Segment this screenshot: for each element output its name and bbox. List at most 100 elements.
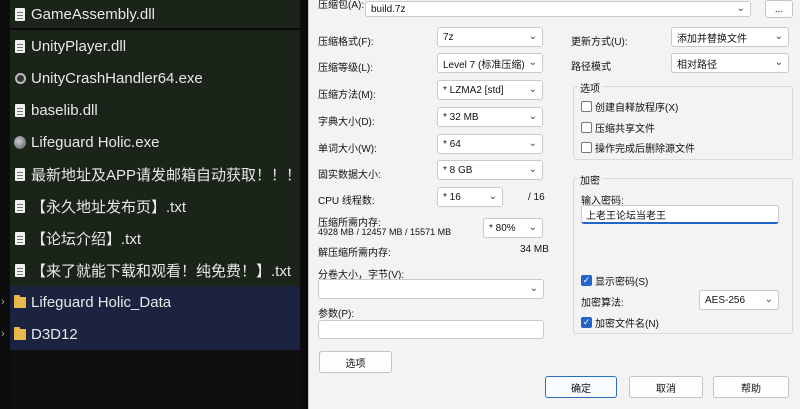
browse-button[interactable]: ... (765, 0, 793, 18)
file-name: UnityCrashHandler64.exe (31, 69, 203, 87)
threads-select[interactable]: * 16 ⌄ (437, 187, 503, 207)
threads-max: / 16 (528, 192, 545, 203)
checkmark-icon: ✓ (581, 275, 592, 286)
method-label: 压缩方法(M): (318, 90, 376, 101)
level-label: 压缩等级(L): (318, 63, 373, 74)
cancel-button[interactable]: 取消 (629, 376, 703, 398)
sfx-checkbox[interactable]: 创建自释放程序(X) (581, 99, 678, 114)
file-row[interactable]: UnityCrashHandler64.exe (10, 62, 300, 94)
file-row[interactable]: GameAssembly.dll (10, 0, 300, 28)
update-mode-label: 更新方式(U): (571, 37, 628, 48)
delete-after-checkbox[interactable]: 操作完成后删除源文件 (581, 140, 695, 155)
level-select[interactable]: Level 7 (标准压缩) ⌄ (437, 53, 543, 73)
word-select[interactable]: * 64 ⌄ (437, 134, 543, 154)
file-name: baselib.dll (31, 101, 98, 119)
solid-value: * 8 GB (443, 164, 473, 176)
options-button[interactable]: 选项 (319, 351, 392, 373)
text-file-icon (14, 263, 26, 277)
solid-select[interactable]: * 8 GB ⌄ (437, 160, 543, 180)
file-row[interactable]: 【来了就能下载和观看！纯免费！】.txt (10, 254, 300, 286)
file-name: 【论坛介绍】.txt (31, 230, 142, 248)
options-group-title: 选项 (578, 80, 602, 95)
file-name: Lifeguard Holic.exe (31, 133, 160, 151)
app-icon (14, 135, 26, 149)
method-select[interactable]: * LZMA2 [std] ⌄ (437, 80, 543, 100)
mem-percent-select[interactable]: * 80% ⌄ (483, 218, 543, 238)
empty-area (10, 350, 300, 409)
solid-label: 固实数据大小: (318, 170, 381, 181)
password-input[interactable]: 上老王论坛当老王 (581, 205, 779, 224)
checkbox-unchecked-icon (581, 101, 592, 112)
update-mode-value: 添加并替换文件 (677, 33, 747, 45)
chevron-down-icon: ⌄ (528, 84, 537, 95)
text-file-icon (14, 231, 26, 245)
chevron-right-icon[interactable]: › (1, 296, 5, 308)
folder-row[interactable]: D3D12 (10, 318, 300, 350)
chevron-down-icon: ⌄ (528, 138, 537, 149)
archive-path-combo[interactable]: build.7z ⌄ (365, 1, 751, 17)
dll-file-icon (14, 103, 26, 117)
file-row[interactable]: Lifeguard Holic.exe (10, 126, 300, 158)
file-row[interactable]: 【论坛介绍】.txt (10, 222, 300, 254)
method-value: * LZMA2 [std] (443, 84, 504, 96)
dict-value: * 32 MB (443, 111, 479, 123)
chevron-down-icon: ⌄ (774, 57, 783, 68)
folder-name: Lifeguard Holic_Data (31, 293, 172, 311)
chevron-down-icon: ⌄ (528, 164, 537, 175)
mem-decomp-label: 解压缩所需内存: (318, 248, 391, 259)
dict-select[interactable]: * 32 MB ⌄ (437, 107, 543, 127)
folder-name: D3D12 (31, 325, 78, 343)
file-name: 【永久地址发布页】.txt (31, 198, 187, 216)
folder-row[interactable]: Lifeguard Holic_Data (10, 286, 300, 318)
archive-path-value: build.7z (371, 3, 406, 15)
mem-comp-value: 4928 MB / 12457 MB / 15571 MB (318, 227, 452, 237)
checkbox-unchecked-icon (581, 122, 592, 133)
format-label: 压缩格式(F): (318, 37, 374, 48)
params-input[interactable] (318, 320, 544, 339)
show-password-label: 显示密码(S) (595, 277, 649, 288)
file-name: 最新地址及APP请发邮箱自动获取！！！.txt (31, 166, 300, 184)
path-mode-select[interactable]: 相对路径 ⌄ (671, 53, 789, 73)
split-size-combo[interactable]: ⌄ (318, 279, 544, 299)
params-label: 参数(P): (318, 309, 355, 320)
add-to-archive-dialog: 压缩包(A): build.7z ⌄ ... 压缩格式(F): 7z ⌄ 压缩等… (308, 0, 800, 409)
file-row[interactable]: UnityPlayer.dll (10, 30, 300, 62)
dll-file-icon (14, 39, 26, 53)
format-value: 7z (443, 31, 454, 43)
mem-percent-value: * 80% (489, 222, 516, 234)
show-password-checkbox[interactable]: ✓ 显示密码(S) (581, 273, 648, 288)
chevron-down-icon: ⌄ (528, 222, 537, 233)
path-mode-label: 路径模式 (571, 62, 611, 73)
chevron-down-icon: ⌄ (774, 31, 783, 42)
chevron-right-icon[interactable]: › (1, 328, 5, 340)
encryption-group-title: 加密 (578, 172, 602, 187)
threads-label: CPU 线程数: (318, 196, 375, 207)
threads-value: * 16 (443, 191, 461, 203)
chevron-down-icon: ⌄ (528, 31, 537, 42)
file-row[interactable]: 【永久地址发布页】.txt (10, 190, 300, 222)
word-value: * 64 (443, 138, 461, 150)
checkmark-icon: ✓ (581, 317, 592, 328)
sfx-checkbox-label: 创建自释放程序(X) (595, 103, 679, 114)
text-file-icon (14, 199, 26, 213)
ok-button[interactable]: 确定 (545, 376, 617, 398)
file-list-pane: GameAssembly.dll UnityPlayer.dll UnityCr… (0, 0, 305, 409)
encrypt-names-label: 加密文件名(N) (595, 319, 659, 330)
chevron-down-icon: ⌄ (736, 3, 745, 14)
word-label: 单词大小(W): (318, 144, 377, 155)
format-select[interactable]: 7z ⌄ (437, 27, 543, 47)
update-mode-select[interactable]: 添加并替换文件 ⌄ (671, 27, 789, 47)
shared-files-checkbox[interactable]: 压缩共享文件 (581, 120, 655, 135)
encryption-method-select[interactable]: AES-256 ⌄ (699, 290, 779, 310)
gear-icon (14, 71, 26, 85)
text-file-icon (14, 167, 26, 181)
help-button[interactable]: 帮助 (713, 376, 789, 398)
checkbox-unchecked-icon (581, 142, 592, 153)
file-name: UnityPlayer.dll (31, 37, 127, 55)
encrypt-names-checkbox[interactable]: ✓ 加密文件名(N) (581, 315, 659, 330)
chevron-down-icon: ⌄ (764, 294, 773, 305)
path-mode-value: 相对路径 (677, 59, 717, 71)
file-row[interactable]: 最新地址及APP请发邮箱自动获取！！！.txt (10, 158, 300, 190)
dict-label: 字典大小(D): (318, 117, 375, 128)
file-row[interactable]: baselib.dll (10, 94, 300, 126)
